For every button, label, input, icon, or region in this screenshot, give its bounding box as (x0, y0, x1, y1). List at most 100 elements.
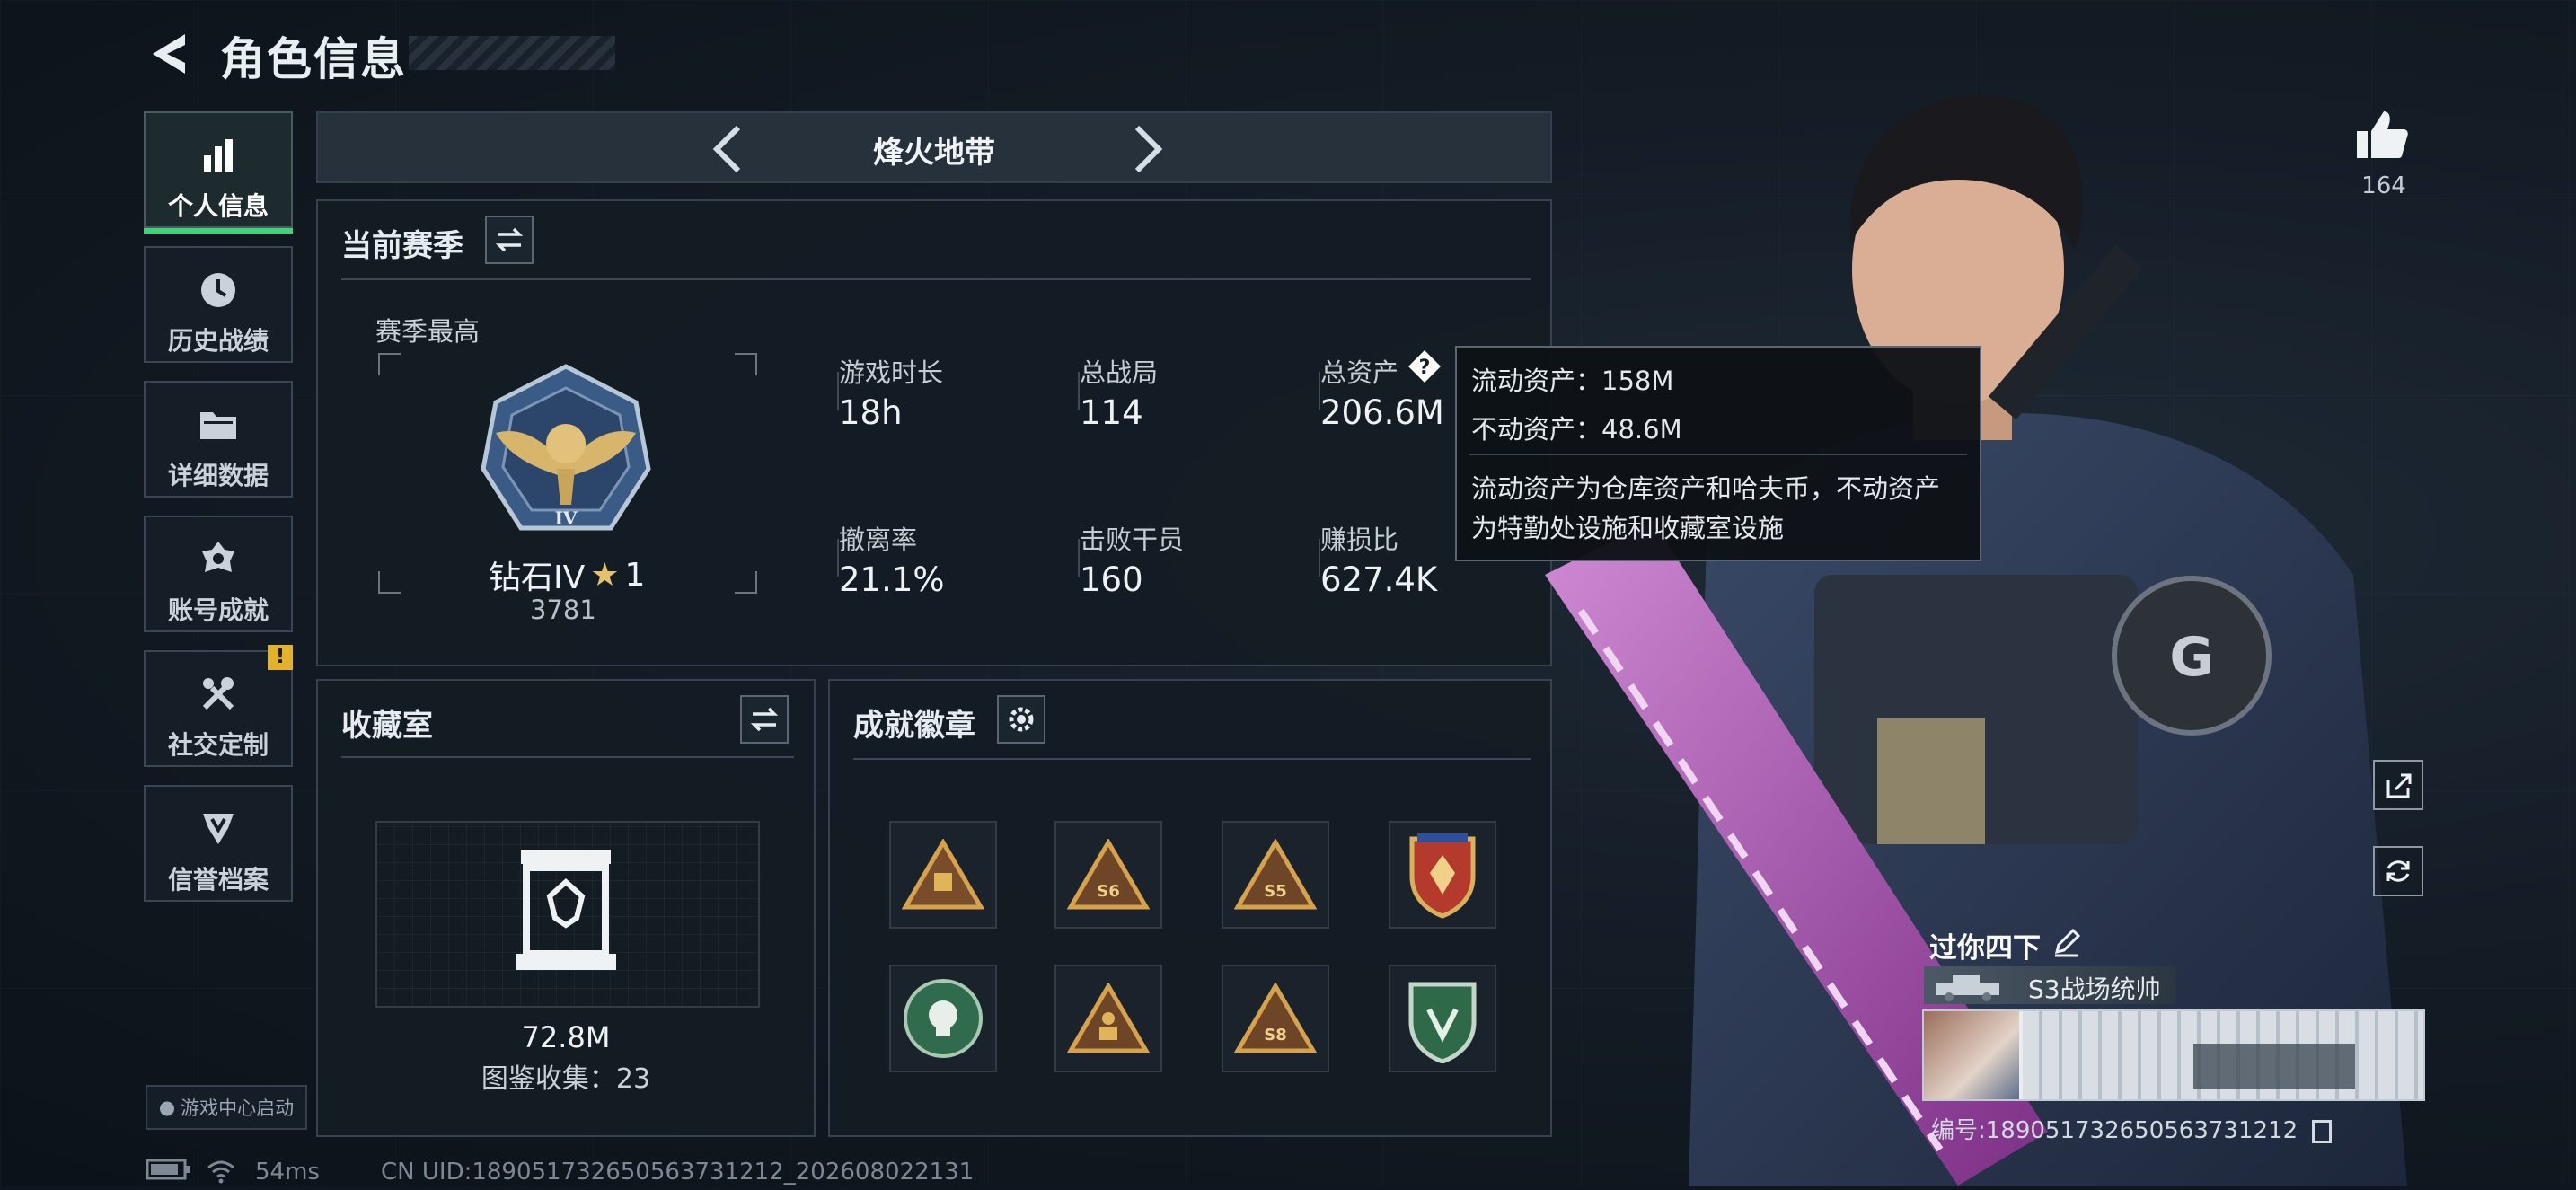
badge-slot[interactable]: S5 (1222, 821, 1329, 929)
chevron-right-icon (1134, 125, 1163, 173)
sidebar-item-achievements[interactable]: 账号成就 (144, 516, 293, 632)
edit-name-button[interactable] (2050, 925, 2084, 959)
game-center-label: 游戏中心启动 (181, 1097, 295, 1119)
mode-name: 烽火地带 (873, 135, 995, 171)
collection-switch-button[interactable] (740, 695, 789, 744)
folder-icon (146, 402, 291, 447)
badge-slot[interactable] (1389, 965, 1496, 1072)
player-id: 编号:18905173265056373121​2 (1931, 1112, 2333, 1145)
rank-name: 钻石IV (489, 560, 586, 596)
rank-stars: 1 (624, 556, 646, 594)
divider (341, 278, 1531, 280)
mode-selector: 烽火地带 (316, 111, 1552, 183)
sidebar-item-label: 账号成就 (167, 595, 269, 625)
thumbs-up-icon (2357, 111, 2408, 158)
pencil-icon (2054, 928, 2081, 957)
stat-value-matches: 114 (1080, 393, 1143, 432)
assets-help-icon[interactable]: ? (1407, 348, 1442, 384)
like-count: 164 (2361, 172, 2406, 199)
season-s5-badge-icon: S5 (1234, 839, 1317, 910)
player-title: S3战场统帅 (2028, 974, 2161, 1004)
badge-slot[interactable] (889, 821, 997, 929)
ping: 54ms (255, 1159, 320, 1186)
star-icon: ★ (590, 556, 620, 594)
player-id-text: 编号:18905173265056373121​2 (1931, 1117, 2298, 1144)
badge-slot[interactable] (889, 965, 997, 1072)
swap-icon (750, 707, 779, 732)
collection-value: 72.8M (521, 1020, 611, 1054)
rank-score: 3781 (530, 595, 596, 625)
green-shield-badge-icon (1408, 982, 1477, 1063)
display-case-icon (516, 850, 616, 970)
badge-slot[interactable]: S6 (1054, 821, 1162, 929)
sidebar-item-profile[interactable]: 个人信息 (144, 111, 293, 234)
stat-label-extraction: 撤离率 (839, 524, 918, 555)
uid: CN UID:18905173265056373121​2_2026080221… (381, 1159, 975, 1186)
share-button[interactable] (2373, 760, 2423, 810)
medal-icon (146, 537, 291, 582)
swap-icon (495, 227, 524, 252)
season-title: 当前赛季 (341, 228, 463, 264)
refresh-button[interactable] (2373, 846, 2423, 896)
triangle-badge-icon (902, 839, 984, 910)
stat-label-kills: 击败干员 (1080, 524, 1185, 555)
game-center-button[interactable]: ● 游戏中心启动 (146, 1085, 307, 1130)
svg-text:IV: IV (555, 507, 578, 529)
season-switch-button[interactable] (485, 216, 534, 264)
sidebar-item-label: 详细数据 (167, 461, 269, 490)
collection-count: 图鉴收集：23 (481, 1063, 651, 1095)
bar-chart-icon (146, 133, 291, 178)
stat-value-playtime: 18h (839, 393, 903, 432)
tooltip-description-1: 流动资产为仓库资产和哈夫币，不动资产 (1471, 473, 1941, 504)
stat-label-profit-ratio: 赚损比 (1320, 524, 1399, 555)
battery-icon (146, 1159, 192, 1186)
like-button[interactable] (2353, 106, 2411, 163)
collection-preview[interactable] (375, 821, 760, 1008)
divider (341, 756, 794, 758)
share-icon (2386, 773, 2412, 798)
mode-next-button[interactable] (1117, 122, 1171, 176)
badge-slot[interactable] (1389, 821, 1496, 929)
badges-panel: 成就徽章 S6 S5 S8 (828, 679, 1552, 1137)
sidebar-item-label: 历史战绩 (167, 326, 269, 356)
sidebar-item-details[interactable]: 详细数据 (144, 381, 293, 498)
tools-icon (146, 672, 291, 717)
season-s8-badge-icon: S8 (1234, 983, 1317, 1053)
stat-label-assets: 总资产 (1320, 357, 1399, 388)
back-arrow-icon (153, 34, 185, 74)
collection-title: 收藏室 (341, 708, 433, 744)
sidebar-item-label: 社交定制 (167, 730, 269, 760)
badges-settings-button[interactable] (997, 695, 1045, 744)
notification-badge: ! (268, 645, 293, 670)
tooltip-divider (1469, 454, 1967, 455)
history-clock-icon (146, 268, 291, 313)
svg-text:S5: S5 (1264, 882, 1287, 901)
triangle-figure-badge-icon (1067, 983, 1150, 1053)
divider (853, 758, 1531, 760)
stat-label-playtime: 游戏时长 (839, 357, 944, 388)
diamond-rank-emblem-icon: IV (476, 361, 656, 541)
back-button[interactable] (144, 27, 198, 81)
badge-slot[interactable]: S8 (1222, 965, 1329, 1072)
sidebar-item-history[interactable]: 历史战绩 (144, 246, 293, 363)
card-banner-plate (2193, 1044, 2355, 1089)
sidebar-item-label: 个人信息 (167, 191, 269, 221)
collection-panel: 收藏室 72.8M 图鉴收集：23 (316, 679, 816, 1137)
badge-slot[interactable] (1054, 965, 1162, 1072)
rank-display: 钻石IV ★ 1 (489, 551, 645, 598)
season-s6-badge-icon: S6 (1067, 839, 1150, 910)
green-skull-badge-icon (904, 979, 983, 1058)
copy-icon[interactable] (2312, 1119, 2333, 1143)
stat-label-matches: 总战局 (1080, 357, 1159, 388)
profile-name-card[interactable] (1922, 1009, 2425, 1101)
player-name: 过你四下 (1929, 932, 2041, 965)
shield-icon (146, 807, 291, 851)
sidebar-item-social[interactable]: 社交定制 ! (144, 645, 293, 767)
title-decoration (409, 36, 615, 70)
sidebar-item-reputation[interactable]: 信誉档案 (144, 785, 293, 902)
tooltip-description-2: 为特勤处设施和收藏室设施 (1471, 513, 1785, 543)
svg-text:S8: S8 (1264, 1026, 1287, 1045)
refresh-icon (2386, 860, 2410, 882)
gear-icon (1009, 707, 1034, 732)
tooltip-fixed-assets: 不动资产：48.6M (1471, 414, 1682, 445)
